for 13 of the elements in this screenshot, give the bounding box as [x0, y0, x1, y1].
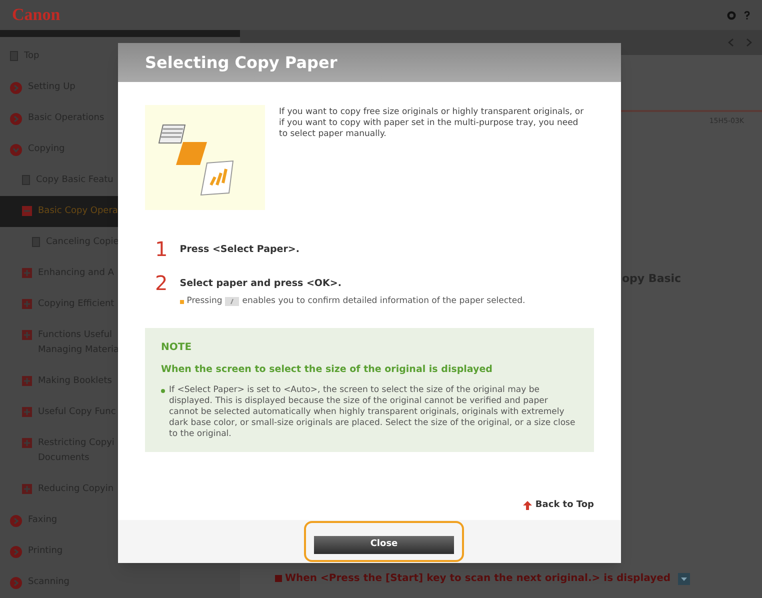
step-number: 1 [155, 238, 168, 260]
dialog-title: Selecting Copy Paper [145, 52, 338, 74]
step-number: 2 [155, 272, 168, 294]
step-text: Press <Select Paper>. [180, 243, 300, 257]
logo: Canon [12, 4, 60, 26]
step-note: enables you to confirm detailed information of the paper selected. [242, 295, 526, 308]
step-note: Pressing [186, 295, 222, 308]
section-heading: When <Press the [Start] key to scan the next original.> is displayed [285, 572, 671, 586]
intro-paragraph: If you want to copy free size originals or highly transparent originals, or if you want to copy with paper set in the multi-purpose tray, you need to select paper manually. [279, 106, 585, 141]
note-text: If <Select Paper> is set to <Auto>, the screen to select the size of the original may be displayed. This is displayed because the size of the original cannot be verified and paper cannot be selected automatically when highly transparent originals, originals with extremely dark base color, or small-size originals are placed. Select the size of the original, or a size close to the original. [169, 385, 576, 440]
note-heading: When the screen to select the size of the original is displayed [161, 363, 494, 377]
note-label: NOTE [161, 341, 193, 355]
step-text: Select paper and press <OK>. [180, 277, 342, 291]
